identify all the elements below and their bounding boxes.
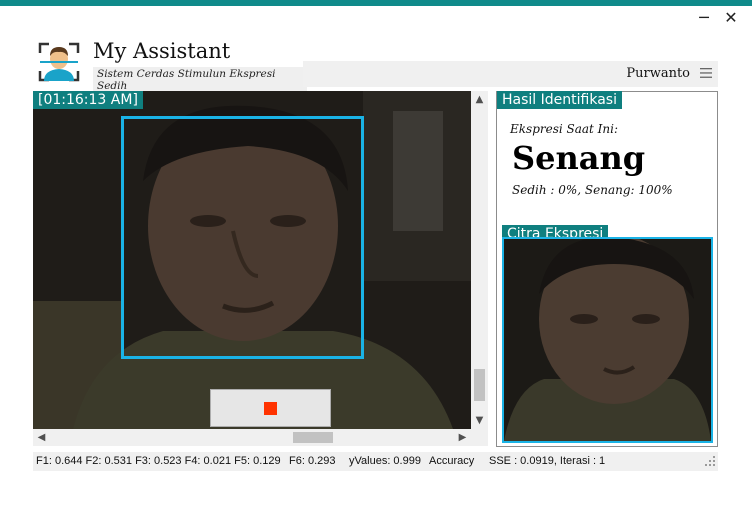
scroll-down-icon[interactable]: ▼ <box>471 412 488 429</box>
face-scan-icon <box>38 42 80 82</box>
app-header: My Assistant Sistem Cerdas Stimulun Eksp… <box>33 35 718 93</box>
horizontal-scrollbar[interactable]: ◀ ▶ <box>33 429 471 446</box>
hamburger-menu-icon[interactable] <box>700 68 712 78</box>
camera-view: [01:16:13 AM] ▲ ▼ ◀ ▶ <box>33 91 488 446</box>
vertical-scrollbar[interactable]: ▲ ▼ <box>471 91 488 429</box>
expression-percentages: Sedih : 0%, Senang: 100% <box>512 183 673 197</box>
expression-face-image <box>504 239 711 441</box>
resize-grip-icon[interactable] <box>705 456 716 467</box>
current-expression-value: Senang <box>512 139 646 177</box>
app-window: ─ ✕ My Assistant Sistem Cerdas Stimulun … <box>0 0 752 505</box>
yvalues-readout: yValues: 0.999 <box>349 455 421 467</box>
face-detection-box <box>121 116 364 359</box>
feature-f6: F6: 0.293 <box>289 455 336 467</box>
feature-values: F1: 0.644 F2: 0.531 F3: 0.523 F4: 0.021 … <box>36 455 281 467</box>
sse-iteration-readout: SSE : 0.0919, Iterasi : 1 <box>489 455 606 467</box>
accuracy-label: Accuracy <box>429 455 475 467</box>
stop-icon <box>264 402 277 415</box>
close-button[interactable]: ✕ <box>719 8 743 28</box>
identification-tag: Hasil Identifikasi <box>497 91 622 109</box>
identification-panel: Hasil Identifikasi Ekspresi Saat Ini: Se… <box>496 91 718 447</box>
camera-timestamp: [01:16:13 AM] <box>33 91 143 109</box>
status-bar: F1: 0.644 F2: 0.531 F3: 0.523 F4: 0.021 … <box>33 452 718 471</box>
minimize-button[interactable]: ─ <box>692 8 716 28</box>
horizontal-scroll-thumb[interactable] <box>293 432 333 443</box>
current-expression-label: Ekspresi Saat Ini: <box>510 122 619 136</box>
app-title: My Assistant <box>93 39 231 63</box>
scroll-right-icon[interactable]: ▶ <box>454 429 471 446</box>
scroll-up-icon[interactable]: ▲ <box>471 91 488 108</box>
stop-button[interactable] <box>210 389 331 427</box>
user-bar: Purwanto <box>303 61 718 87</box>
app-subtitle: Sistem Cerdas Stimulun Ekspresi Sedih <box>93 67 307 93</box>
scroll-left-icon[interactable]: ◀ <box>33 429 50 446</box>
scroll-corner <box>471 429 488 446</box>
user-name[interactable]: Purwanto <box>626 66 690 81</box>
vertical-scroll-thumb[interactable] <box>474 369 485 401</box>
expression-image <box>502 237 713 443</box>
window-top-accent <box>0 0 752 6</box>
